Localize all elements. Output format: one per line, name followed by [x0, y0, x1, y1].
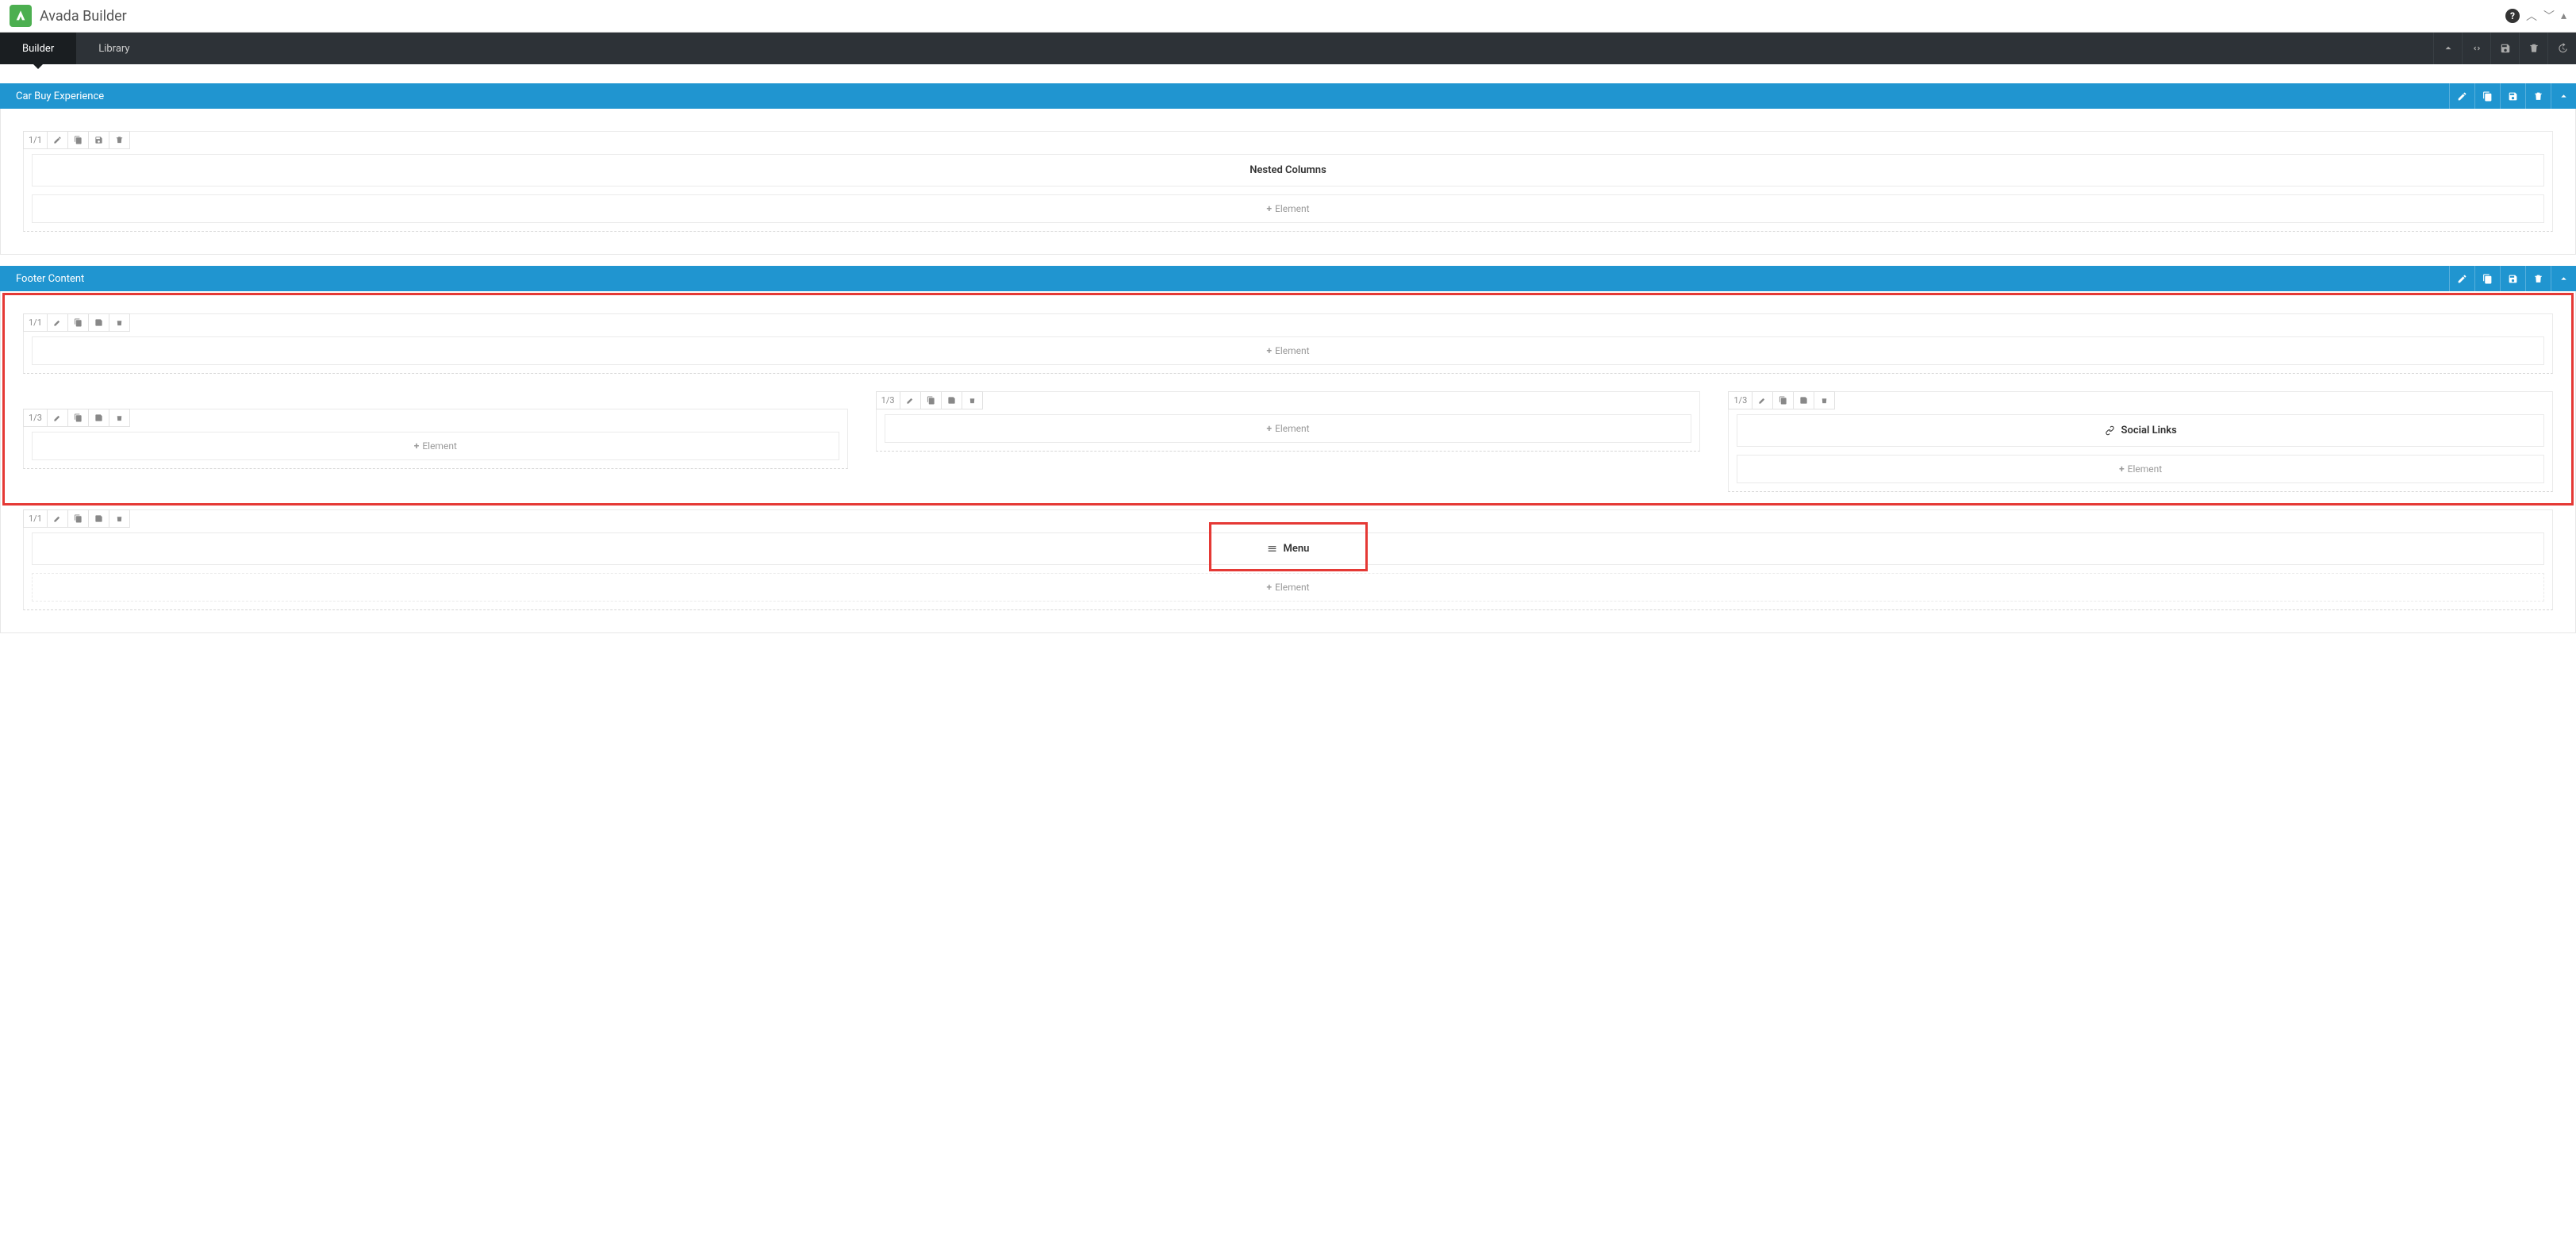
column-third-2[interactable]: 1/3 +Element	[876, 391, 1701, 452]
container-body: 1/1 +Element 1/3 +Element 1/3	[0, 291, 2576, 633]
collapse-icon[interactable]	[2551, 83, 2576, 109]
element-nested-columns[interactable]: Nested Columns	[32, 154, 2544, 186]
column-full-menu[interactable]: 1/1 Menu +Element	[23, 509, 2553, 610]
collapse-icon[interactable]	[2551, 266, 2576, 291]
element-menu[interactable]: Menu	[32, 532, 2544, 565]
save-icon[interactable]	[942, 392, 962, 409]
col-size-label[interactable]: 1/3	[877, 392, 900, 409]
container-title: Car Buy Experience	[16, 90, 2449, 102]
add-element-button[interactable]: +Element	[32, 194, 2544, 223]
clone-icon[interactable]	[68, 132, 89, 149]
app-logo	[10, 5, 32, 27]
chevron-up-icon[interactable]: ︿	[2526, 8, 2537, 24]
edit-icon[interactable]	[1753, 392, 1773, 409]
link-icon	[2105, 425, 2115, 436]
trash-icon[interactable]	[1814, 392, 1835, 409]
clone-icon[interactable]	[68, 314, 89, 332]
save-icon[interactable]	[2500, 83, 2525, 109]
trash-icon[interactable]	[2525, 83, 2551, 109]
edit-icon[interactable]	[48, 132, 68, 149]
col-size-label[interactable]: 1/1	[24, 132, 48, 149]
save-icon[interactable]	[2490, 33, 2519, 64]
save-icon[interactable]	[89, 132, 109, 149]
add-element-button[interactable]: +Element	[885, 414, 1692, 443]
container-title: Footer Content	[16, 273, 2449, 285]
edit-icon[interactable]	[900, 392, 921, 409]
clone-icon[interactable]	[1773, 392, 1794, 409]
col-size-label[interactable]: 1/3	[24, 409, 48, 427]
add-element-button[interactable]: +Element	[32, 432, 839, 460]
trash-icon[interactable]	[109, 510, 130, 528]
clone-icon[interactable]	[2474, 83, 2500, 109]
add-element-button[interactable]: +Element	[1737, 455, 2544, 483]
column-full[interactable]: 1/1 +Element	[23, 313, 2553, 374]
clone-icon[interactable]	[68, 409, 89, 427]
col-size-label[interactable]: 1/1	[24, 314, 48, 332]
trash-icon[interactable]	[2525, 266, 2551, 291]
trash-icon[interactable]	[109, 314, 130, 332]
edit-icon[interactable]	[2449, 266, 2474, 291]
tab-library[interactable]: Library	[76, 33, 152, 64]
trash-icon[interactable]	[962, 392, 983, 409]
trash-icon[interactable]	[2519, 33, 2547, 64]
collapse-icon[interactable]	[2433, 33, 2462, 64]
save-icon[interactable]	[89, 409, 109, 427]
collapse-up-icon[interactable]: ▴	[2561, 10, 2566, 22]
column-third-1[interactable]: 1/3 +Element	[23, 409, 848, 469]
add-element-button[interactable]: +Element	[32, 336, 2544, 365]
save-icon[interactable]	[89, 510, 109, 528]
menu-icon	[1267, 544, 1277, 554]
edit-icon[interactable]	[2449, 83, 2474, 109]
container-header-car-buy[interactable]: Car Buy Experience	[0, 83, 2576, 109]
trash-icon[interactable]	[109, 409, 130, 427]
edit-icon[interactable]	[48, 314, 68, 332]
history-icon[interactable]	[2547, 33, 2576, 64]
container-body: 1/1 Nested Columns +Element	[0, 109, 2576, 255]
col-size-label[interactable]: 1/3	[1729, 392, 1753, 409]
code-icon[interactable]	[2462, 33, 2490, 64]
save-icon[interactable]	[1794, 392, 1814, 409]
element-social-links[interactable]: Social Links	[1737, 414, 2544, 447]
nav-bar: Builder Library	[0, 33, 2576, 64]
column-third-3[interactable]: 1/3 Social Links +Element	[1728, 391, 2553, 492]
col-size-label[interactable]: 1/1	[24, 510, 48, 528]
help-icon[interactable]: ?	[2505, 9, 2520, 23]
clone-icon[interactable]	[2474, 266, 2500, 291]
chevron-down-icon[interactable]: ﹀	[2543, 8, 2555, 24]
app-title: Avada Builder	[40, 8, 127, 25]
title-bar: Avada Builder ? ︿ ﹀ ▴	[0, 0, 2576, 33]
clone-icon[interactable]	[68, 510, 89, 528]
edit-icon[interactable]	[48, 510, 68, 528]
add-element-button[interactable]: +Element	[32, 573, 2544, 602]
container-header-footer[interactable]: Footer Content	[0, 266, 2576, 291]
clone-icon[interactable]	[921, 392, 942, 409]
tab-builder[interactable]: Builder	[0, 33, 76, 64]
trash-icon[interactable]	[109, 132, 130, 149]
save-icon[interactable]	[89, 314, 109, 332]
column-full[interactable]: 1/1 Nested Columns +Element	[23, 131, 2553, 232]
edit-icon[interactable]	[48, 409, 68, 427]
save-icon[interactable]	[2500, 266, 2525, 291]
